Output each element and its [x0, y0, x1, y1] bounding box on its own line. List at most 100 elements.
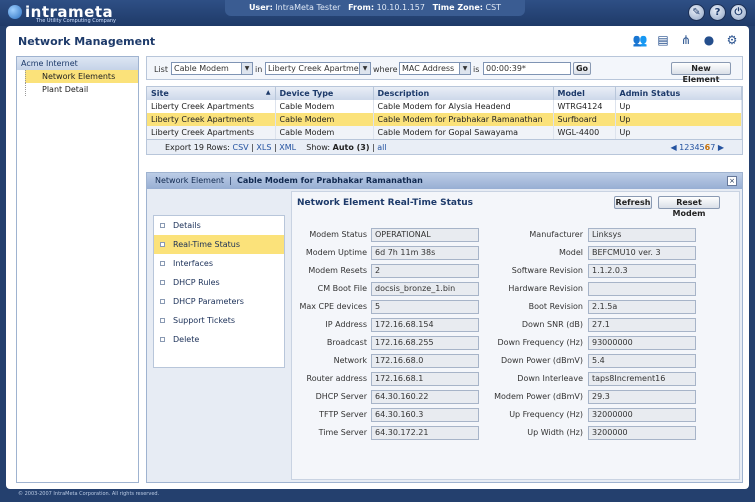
top-bar: intrameta The Utility Computing Company … — [0, 0, 755, 26]
chevron-down-icon: ▼ — [459, 63, 470, 74]
cell: Cable Modem for Gopal Sawayama — [373, 126, 554, 139]
field-label: Down SNR (dB) — [292, 318, 583, 332]
is-input[interactable]: 00:00:39* — [483, 62, 571, 75]
tools-icon[interactable]: ✎ — [688, 4, 705, 21]
chevron-down-icon: ▼ — [359, 63, 370, 74]
filter-bar: List Cable Modem ▼ in Liberty Creek Apart… — [146, 56, 743, 84]
prev-page-icon[interactable]: ◀ — [670, 143, 676, 152]
field-label: Model — [292, 246, 583, 260]
list-label: List — [154, 65, 168, 74]
cell: Cable Modem — [275, 126, 374, 139]
settings-icon[interactable]: ⚙ — [723, 31, 741, 49]
bullet-icon — [160, 242, 165, 247]
page-title: Network Management — [18, 35, 156, 48]
detail-breadcrumb[interactable]: Network Element — [155, 176, 224, 185]
cell: Up — [615, 100, 742, 113]
in-label: in — [255, 65, 263, 74]
tab-dhcp-parameters[interactable]: DHCP Parameters — [154, 292, 284, 311]
where-select[interactable]: MAC Address ▼ — [399, 62, 471, 75]
field-label-text: Down SNR (dB) — [521, 320, 583, 329]
brand-logo: intrameta The Utility Computing Company — [8, 3, 117, 24]
bullet-icon — [160, 318, 165, 323]
show-label: Show: — [306, 143, 331, 152]
sidebar-root[interactable]: Acme Internet — [17, 57, 138, 70]
field-label-text: Boot Revision — [528, 302, 583, 311]
export-label: Export 19 Rows: — [165, 143, 230, 152]
sidebar-item-network-elements[interactable]: Network Elements — [25, 70, 138, 83]
cell: WGL-4400 — [553, 126, 616, 139]
field-label-text: Down Frequency (Hz) — [497, 338, 583, 347]
list-select-value: Cable Modem — [174, 64, 229, 73]
refresh-button[interactable]: Refresh — [614, 196, 652, 209]
real-time-status-panel: Network Element Real-Time Status Refresh… — [291, 191, 740, 480]
field-label-text: Down Power (dBmV) — [500, 356, 583, 365]
table-row[interactable]: Liberty Creek Apartments Cable Modem Cable… — [147, 126, 742, 139]
tab-interfaces[interactable]: Interfaces — [154, 254, 284, 273]
brand-tagline: The Utility Computing Company — [36, 18, 117, 24]
tab-real-time-status[interactable]: Real-Time Status — [154, 235, 284, 254]
close-icon[interactable]: × — [727, 176, 737, 186]
page-link[interactable]: 7 — [710, 143, 715, 152]
col-site[interactable]: Site ▲ — [147, 87, 276, 100]
new-element-button[interactable]: New Element — [671, 62, 731, 84]
cell: Liberty Creek Apartments — [147, 126, 276, 139]
session-info: User: IntraMeta Tester From: 10.10.1.157… — [225, 0, 525, 16]
field-value: 29.3 — [588, 390, 696, 404]
bullet-icon — [160, 337, 165, 342]
users-icon[interactable]: 👥 — [631, 31, 649, 49]
in-select[interactable]: Liberty Creek Apartments ▼ — [265, 62, 371, 75]
field-value: 3200000 — [588, 426, 696, 440]
bullet-icon — [160, 280, 165, 285]
col-admin-status[interactable]: Admin Status — [615, 87, 742, 100]
power-icon[interactable]: ⏻ — [730, 4, 747, 21]
next-page-icon[interactable]: ▶ — [718, 143, 724, 152]
tab-dhcp-rules[interactable]: DHCP Rules — [154, 273, 284, 292]
where-select-value: MAC Address — [402, 64, 455, 73]
user-label: User: — [248, 3, 273, 12]
show-value: Auto (3) — [332, 143, 370, 152]
field-label-text: Down Interleave — [517, 374, 583, 383]
table-row[interactable]: Liberty Creek Apartments Cable Modem Cable… — [147, 100, 742, 113]
table-row[interactable]: Liberty Creek Apartments Cable Modem Cable… — [147, 113, 742, 126]
field-value — [588, 282, 696, 296]
chevron-down-icon: ▼ — [241, 63, 252, 74]
module-toolbar: 👥 ▤ ⋔ ● ⚙ — [626, 31, 741, 49]
tab-support-tickets[interactable]: Support Tickets — [154, 311, 284, 330]
field-value: BEFCMU10 ver. 3 — [588, 246, 696, 260]
field-label-text: Modem Power (dBmV) — [494, 392, 583, 401]
globe-nav-icon[interactable]: ● — [700, 31, 718, 49]
app-shell: Network Management 👥 ▤ ⋔ ● ⚙ Acme Internet N… — [6, 26, 749, 489]
field-label: Boot Revision — [292, 300, 583, 314]
reports-icon[interactable]: ▤ — [654, 31, 672, 49]
tab-delete[interactable]: Delete — [154, 330, 284, 349]
field-value: 5.4 — [588, 354, 696, 368]
network-icon[interactable]: ⋔ — [677, 31, 695, 49]
export-xls-link[interactable]: XLS — [256, 143, 271, 152]
from-label: From: — [348, 3, 375, 12]
col-model[interactable]: Model — [553, 87, 616, 100]
help-icon[interactable]: ? — [709, 4, 726, 21]
panel-title: Network Element Real-Time Status — [297, 198, 474, 208]
export-xml-link[interactable]: XML — [279, 143, 296, 152]
element-detail: Network Element | Cable Modem for Prabha… — [146, 172, 743, 483]
field-value: taps8Increment16 — [588, 372, 696, 386]
export-csv-link[interactable]: CSV — [233, 143, 249, 152]
field-value: 93000000 — [588, 336, 696, 350]
detail-header: Network Element | Cable Modem for Prabha… — [147, 173, 742, 189]
field-label: Hardware Revision — [292, 282, 583, 296]
sidebar-item-plant-detail[interactable]: Plant Detail — [25, 83, 138, 96]
in-select-value: Liberty Creek Apartments — [268, 64, 371, 73]
tab-details[interactable]: Details — [154, 216, 284, 235]
cell: Cable Modem for Alysia Headend — [373, 100, 554, 113]
reset-modem-button[interactable]: Reset Modem — [658, 196, 720, 218]
list-select[interactable]: Cable Modem ▼ — [171, 62, 253, 75]
field-value: 1.1.2.0.3 — [588, 264, 696, 278]
field-label: Down Power (dBmV) — [292, 354, 583, 368]
field-value: 2.1.5a — [588, 300, 696, 314]
field-label: Up Frequency (Hz) — [292, 408, 583, 422]
col-description[interactable]: Description — [373, 87, 554, 100]
col-device-type[interactable]: Device Type — [275, 87, 374, 100]
elements-grid: Site ▲ Device Type Description Model Adm… — [146, 86, 743, 155]
go-button[interactable]: Go — [573, 62, 591, 75]
show-all-link[interactable]: all — [377, 143, 386, 152]
